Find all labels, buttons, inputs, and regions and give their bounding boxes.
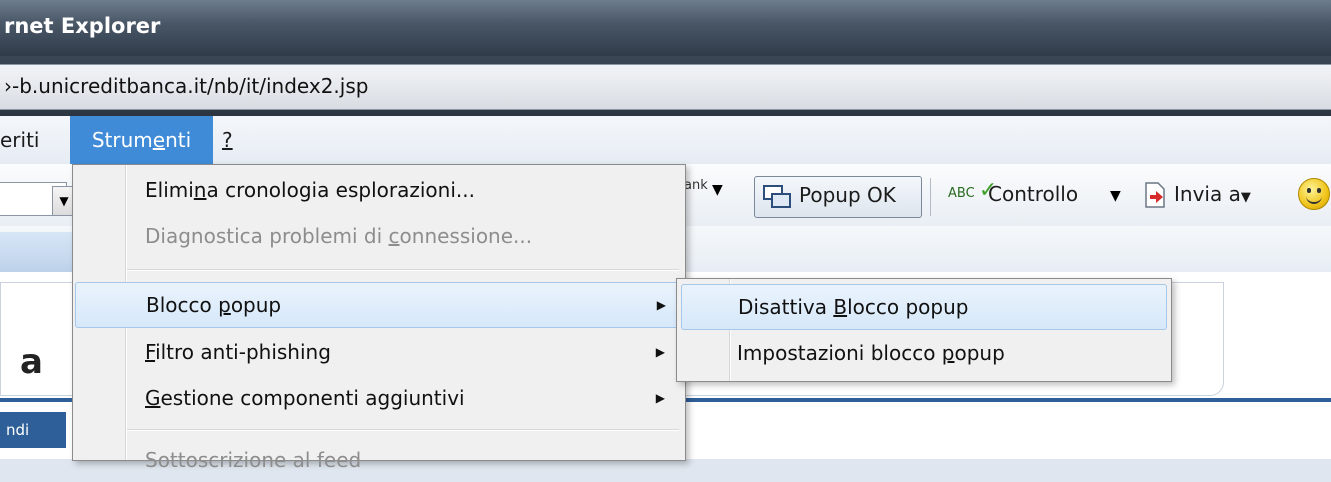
popup-windows-icon [763,185,791,208]
controllo-dropdown-arrow-icon[interactable]: ▼ [1110,188,1121,204]
bank-button-label[interactable]: ank [684,178,708,193]
menu-item-diagnostica: Diagnostica problemi di connessione... [75,214,683,258]
menu-item-text: Sottoscrizione al feed [145,448,362,472]
submenu-arrow-icon: ▶ [656,298,666,312]
menu-separator [127,429,679,430]
address-bar[interactable]: ›-b.unicreditbanca.it/nb/it/index2.jsp [0,64,1331,110]
popup-ok-label: Popup OK [799,183,896,207]
menu-strumenti-accesskey: e [152,128,166,152]
invia-label-text: Invia a [1174,182,1241,206]
menu-item-accesskey: c [388,224,400,248]
bank-dropdown-arrow-icon[interactable]: ▼ [712,182,723,198]
menu-item-text: Disattiva [738,295,834,319]
menu-item-text: opup [230,293,282,317]
menu-item-accesskey: p [218,293,231,317]
controllo-label: Controllo [988,182,1079,206]
menu-separator [127,269,679,270]
popup-ok-button[interactable]: Popup OK [754,176,922,218]
menu-item-sottoscrizione-feed: Sottoscrizione al feed [75,438,683,482]
page-logo-fragment: a [20,342,43,382]
address-bar-area: ›-b.unicreditbanca.it/nb/it/index2.jsp [0,56,1331,116]
menu-item-text: Diagnostica problemi di [145,224,389,248]
url-text[interactable]: ›-b.unicreditbanca.it/nb/it/index2.jsp [4,74,368,98]
menu-help[interactable]: ? [222,116,252,164]
title-bar: rnet Explorer [0,0,1331,56]
menu-preferiti[interactable]: eriti [0,116,68,164]
submenu-arrow-icon: ▶ [655,345,665,359]
menu-item-gestione-componenti[interactable]: Gestione componenti aggiuntivi ▶ [75,376,683,420]
menu-item-accesskey: n [193,178,207,202]
menu-item-elimina-cronologia[interactable]: Elimina cronologia esplorazioni... [75,168,683,212]
window-title: rnet Explorer [4,14,161,38]
blocco-popup-submenu: Disattiva Blocco popup Impostazioni bloc… [676,278,1172,382]
controllo-button[interactable]: ABC ✓ Controllo ▼ [948,176,1128,216]
menu-item-accesskey: F [145,340,156,364]
submenu-item-disattiva-blocco[interactable]: Disattiva Blocco popup [681,284,1167,330]
menu-item-accesskey: B [833,295,848,319]
invia-label: Invia a▼ [1174,182,1251,206]
menu-item-accesskey: G [145,386,161,410]
send-page-icon [1145,182,1165,208]
menu-item-accesskey: p [941,341,955,365]
menu-strumenti-label-pre: Strum [91,128,153,152]
menu-strumenti-label-post: nti [165,128,192,152]
menu-item-text: locco popup [847,295,969,319]
menu-item-text: opup [954,341,1005,365]
menu-item-text: Impostazioni blocco [737,341,942,365]
menu-item-text: estione componenti aggiuntivi [160,386,465,410]
menu-item-text: Elimi [145,178,194,202]
invia-button[interactable]: Invia a▼ [1144,176,1294,216]
submenu-arrow-icon: ▶ [655,391,665,405]
menu-item-text: onnessione... [399,224,533,248]
menu-item-text: a cronologia esplorazioni... [206,178,475,202]
menu-item-blocco-popup[interactable]: Blocco popup ▶ [75,282,685,328]
toolbar-separator [930,178,931,216]
spellcheck-icon-text: ABC [948,186,975,201]
smiley-icon[interactable] [1298,178,1330,210]
page-nav-tab[interactable]: ndi [0,412,66,448]
strumenti-dropdown-menu: Elimina cronologia esplorazioni... Diagn… [72,164,686,472]
menu-strumenti[interactable]: Strumenti [70,116,213,164]
submenu-item-impostazioni-blocco[interactable]: Impostazioni blocco popup [681,331,1165,375]
menu-bar: eriti Strumenti ? [0,116,1331,165]
menu-item-text: iltro anti-phishing [155,340,331,364]
browser-tab[interactable] [0,232,78,272]
menu-item-text: Blocco [146,293,219,317]
menu-item-filtro-anti-phishing[interactable]: Filtro anti-phishing ▶ [75,330,683,374]
